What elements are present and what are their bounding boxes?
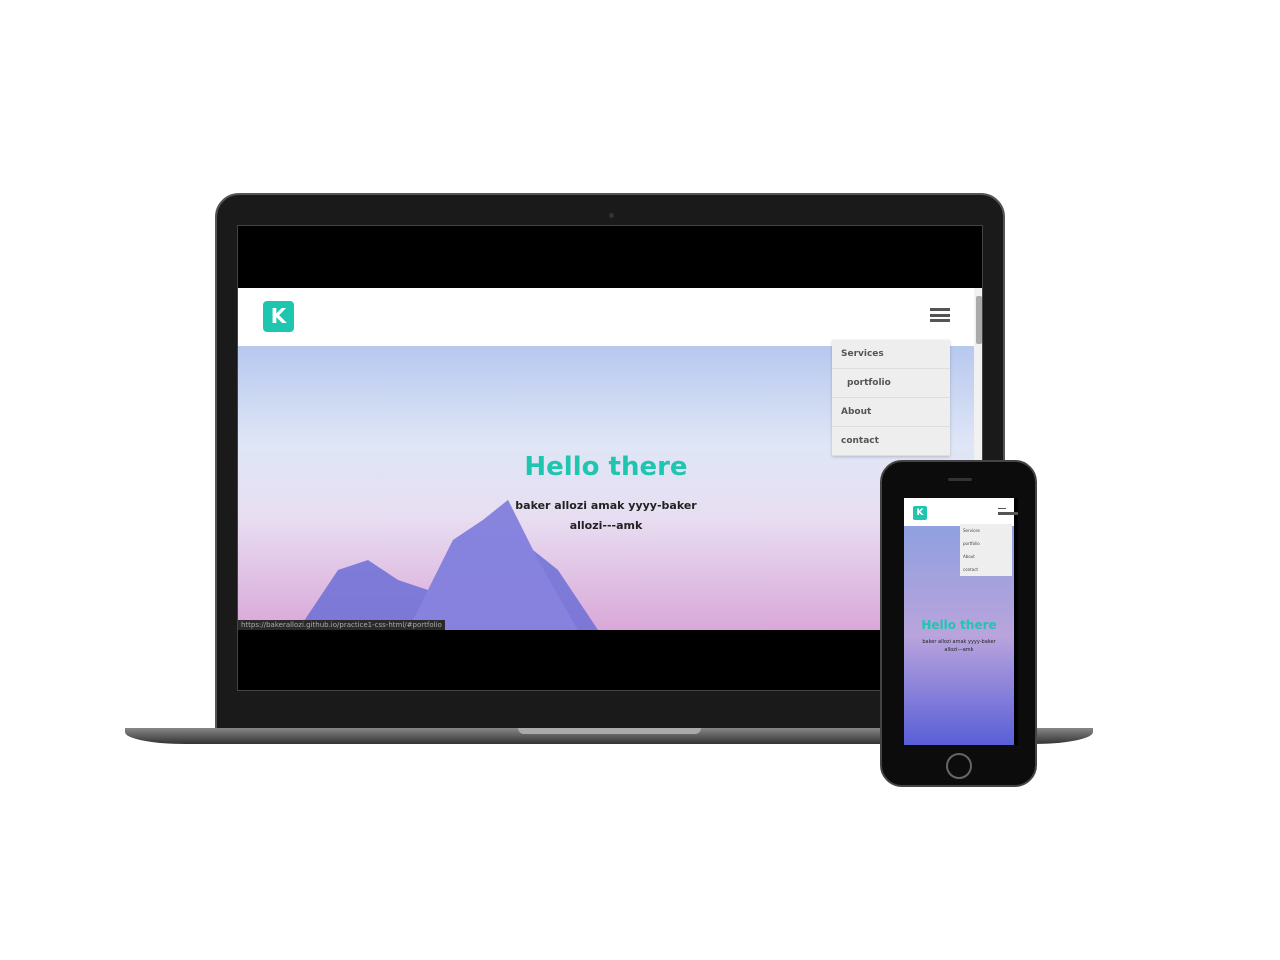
- dropdown-menu: Services portfolio About contact: [832, 340, 950, 456]
- webcam: [609, 213, 614, 218]
- site-logo[interactable]: K: [263, 301, 294, 332]
- menu-item-portfolio[interactable]: portfolio: [832, 369, 950, 398]
- status-url: https://bakerallozi.github.io/practice1-…: [238, 620, 445, 630]
- phone-hamburger-icon[interactable]: [998, 508, 1018, 515]
- website: K Hello there baker allozi amak yyyy-bak…: [238, 288, 982, 630]
- menu-item-contact[interactable]: contact: [832, 427, 950, 456]
- phone-menu-portfolio[interactable]: portfolio: [960, 537, 1012, 550]
- phone-logo[interactable]: K: [913, 506, 927, 520]
- phone-hero-subtitle: baker allozi amak yyyy-baker allozi---am…: [922, 639, 996, 653]
- phone-mockup: K Services portfolio About contact Hello…: [880, 460, 1037, 787]
- phone-speaker: [948, 478, 972, 481]
- home-button[interactable]: [946, 753, 972, 779]
- hero-title: Hello there: [524, 452, 688, 482]
- phone-menu-contact[interactable]: contact: [960, 563, 1012, 576]
- phone-header: K: [904, 498, 1018, 526]
- phone-dropdown-menu: Services portfolio About contact: [960, 524, 1012, 576]
- phone-screen: K Services portfolio About contact Hello…: [904, 498, 1018, 745]
- hero-subtitle: baker allozi amak yyyy-baker allozi---am…: [515, 499, 697, 532]
- site-header: K: [238, 288, 974, 346]
- phone-menu-services[interactable]: Services: [960, 524, 1012, 537]
- phone-hero-title: Hello there: [921, 618, 997, 632]
- phone-menu-about[interactable]: About: [960, 550, 1012, 563]
- menu-item-about[interactable]: About: [832, 398, 950, 427]
- laptop-screen: K Hello there baker allozi amak yyyy-bak…: [237, 225, 983, 691]
- hamburger-menu-icon[interactable]: [930, 308, 950, 322]
- menu-item-services[interactable]: Services: [832, 340, 950, 369]
